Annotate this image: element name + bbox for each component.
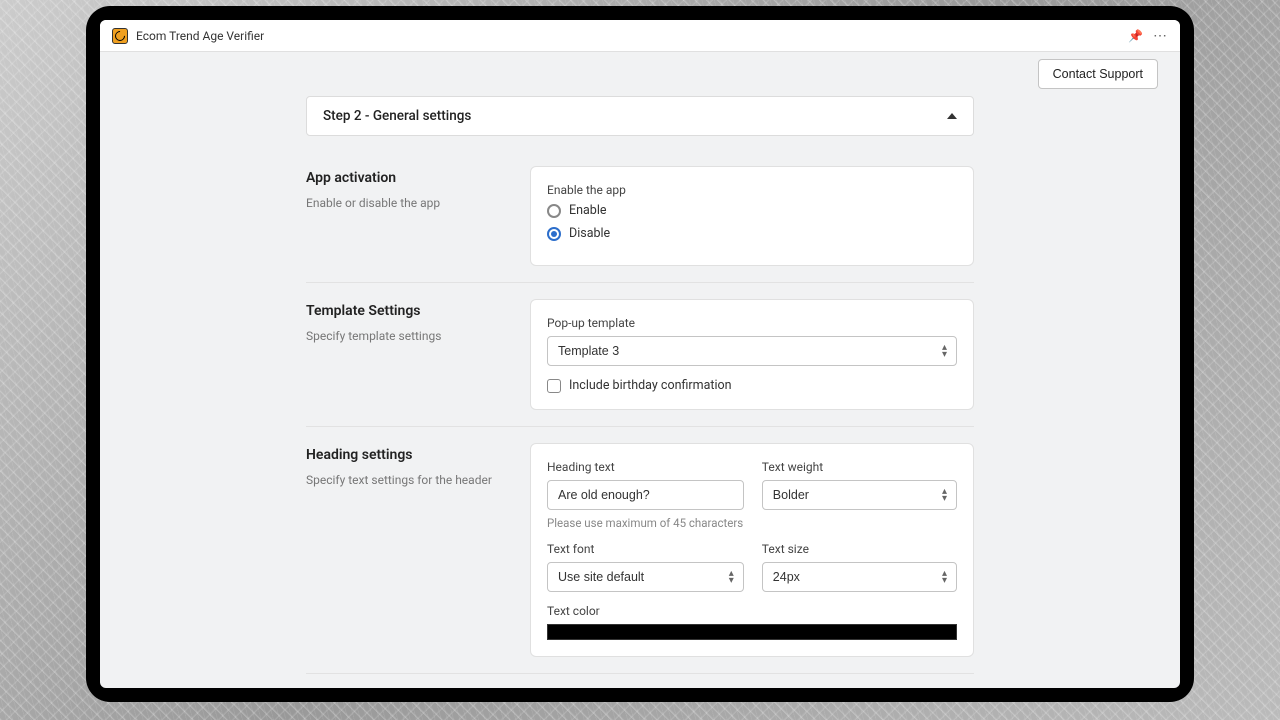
titlebar: Ecom Trend Age Verifier 📌 ⋯ xyxy=(100,20,1180,52)
section-heading: Heading settings Specify text settings f… xyxy=(306,427,974,674)
app-screen: Ecom Trend Age Verifier 📌 ⋯ Contact Supp… xyxy=(100,20,1180,688)
radio-enable[interactable]: Enable xyxy=(547,203,957,218)
pin-icon[interactable]: 📌 xyxy=(1128,29,1143,43)
more-icon[interactable]: ⋯ xyxy=(1153,28,1168,44)
section-template: Template Settings Specify template setti… xyxy=(306,283,974,427)
text-color-label: Text color xyxy=(547,604,957,618)
section-subheading: Sub-heading settings Specify text settin… xyxy=(306,674,974,688)
content-area: Step 2 - General settings App activation… xyxy=(100,96,1180,688)
text-size-select[interactable] xyxy=(762,562,957,592)
activation-panel: Enable the app Enable Disable xyxy=(530,166,974,266)
section-activation: App activation Enable or disable the app… xyxy=(306,150,974,283)
section-desc: Specify text settings for the header xyxy=(306,473,510,487)
text-size-label: Text size xyxy=(762,542,957,556)
radio-icon xyxy=(547,204,561,218)
heading-panel: Heading text Please use maximum of 45 ch… xyxy=(530,443,974,657)
text-color-swatch[interactable] xyxy=(547,624,957,640)
enable-label: Enable the app xyxy=(547,183,957,197)
heading-text-label: Heading text xyxy=(547,460,744,474)
text-font-label: Text font xyxy=(547,542,744,556)
accordion-title: Step 2 - General settings xyxy=(323,108,471,124)
accordion-step2[interactable]: Step 2 - General settings xyxy=(306,96,974,136)
popup-template-select[interactable] xyxy=(547,336,957,366)
section-title: Template Settings xyxy=(306,303,510,319)
birthday-checkbox[interactable]: Include birthday confirmation xyxy=(547,378,957,393)
radio-disable[interactable]: Disable xyxy=(547,226,957,241)
popup-template-label: Pop-up template xyxy=(547,316,957,330)
section-desc: Enable or disable the app xyxy=(306,196,510,210)
app-icon xyxy=(112,28,128,44)
checkbox-icon xyxy=(547,379,561,393)
section-title: Heading settings xyxy=(306,447,510,463)
text-weight-label: Text weight xyxy=(762,460,957,474)
toolbar: Contact Support xyxy=(100,52,1180,96)
text-weight-select[interactable] xyxy=(762,480,957,510)
heading-hint: Please use maximum of 45 characters xyxy=(547,516,744,530)
template-panel: Pop-up template ▴▾ Include birthday conf… xyxy=(530,299,974,410)
heading-text-input[interactable] xyxy=(547,480,744,510)
app-title: Ecom Trend Age Verifier xyxy=(136,29,1128,43)
contact-support-button[interactable]: Contact Support xyxy=(1038,59,1158,89)
section-title: App activation xyxy=(306,170,510,186)
section-desc: Specify template settings xyxy=(306,329,510,343)
laptop-frame: Ecom Trend Age Verifier 📌 ⋯ Contact Supp… xyxy=(86,6,1194,702)
text-font-select[interactable] xyxy=(547,562,744,592)
radio-icon xyxy=(547,227,561,241)
chevron-up-icon xyxy=(947,113,957,119)
